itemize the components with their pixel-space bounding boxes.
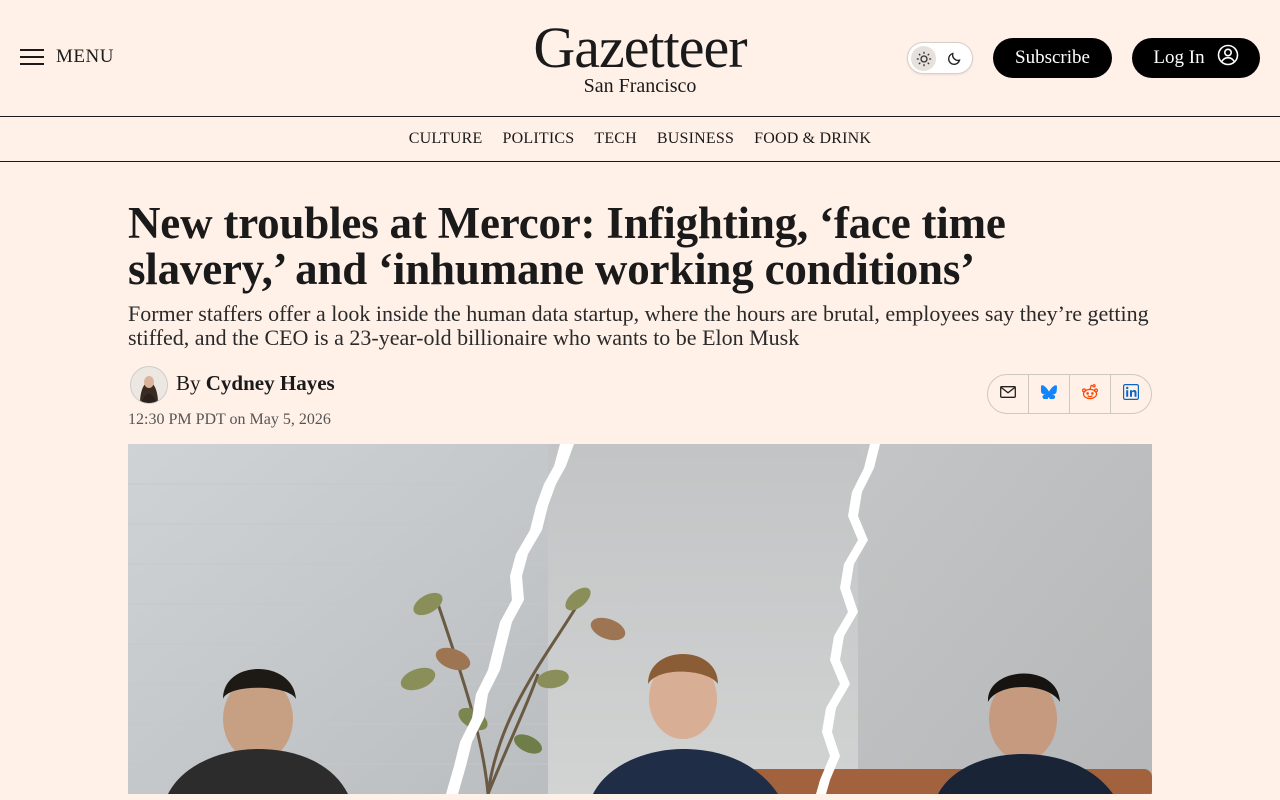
site-header: MENU Gazetteer San Francisco Subscribe L… <box>0 0 1280 116</box>
bluesky-icon <box>1040 384 1057 404</box>
nav-item-food-drink[interactable]: FOOD & DRINK <box>754 130 871 148</box>
logo-subtitle: San Francisco <box>583 75 697 97</box>
login-label: Log In <box>1153 47 1205 68</box>
user-icon <box>1217 44 1239 72</box>
subscribe-label: Subscribe <box>1015 47 1090 68</box>
byline: By Cydney Hayes <box>176 371 335 396</box>
article: New troubles at Mercor: Infighting, ‘fac… <box>128 200 1152 794</box>
moon-icon[interactable] <box>945 48 965 68</box>
sun-icon[interactable] <box>911 46 936 71</box>
article-dek: Former staffers offer a look inside the … <box>128 301 1149 350</box>
theme-toggle[interactable] <box>907 42 973 74</box>
login-button[interactable]: Log In <box>1132 38 1260 78</box>
byline-row: By Cydney Hayes 12:30 PM PDT on May 5, 2… <box>128 364 1152 444</box>
author-link[interactable]: Cydney Hayes <box>206 371 335 395</box>
article-headline: New troubles at Mercor: Infighting, ‘fac… <box>128 198 1006 294</box>
share-reddit-button[interactable] <box>1069 375 1110 413</box>
author-avatar[interactable] <box>130 366 168 404</box>
article-dateline: 12:30 PM PDT on May 5, 2026 <box>128 411 331 428</box>
section-nav: CULTURE POLITICS TECH BUSINESS FOOD & DR… <box>0 116 1280 162</box>
nav-item-politics[interactable]: POLITICS <box>503 130 575 148</box>
hero-image <box>128 444 1152 794</box>
mail-icon <box>1000 385 1016 403</box>
nav-item-culture[interactable]: CULTURE <box>409 130 483 148</box>
nav-item-tech[interactable]: TECH <box>594 130 637 148</box>
nav-item-business[interactable]: BUSINESS <box>657 130 734 148</box>
byline-prefix: By <box>176 371 201 395</box>
reddit-icon <box>1081 383 1099 405</box>
subscribe-button[interactable]: Subscribe <box>993 38 1112 78</box>
share-bar <box>987 374 1152 414</box>
share-email-button[interactable] <box>988 375 1028 413</box>
linkedin-icon <box>1123 383 1140 405</box>
share-bluesky-button[interactable] <box>1028 375 1069 413</box>
share-linkedin-button[interactable] <box>1110 375 1151 413</box>
